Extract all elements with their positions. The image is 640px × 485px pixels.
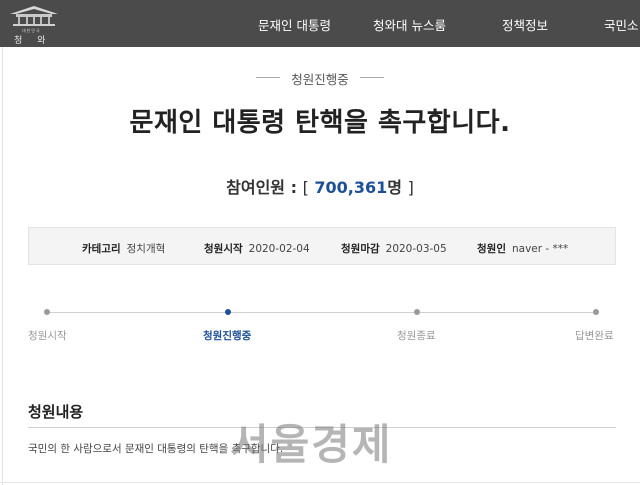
info-start-date: 청원시작 2020-02-04 <box>204 241 310 256</box>
petition-title: 문재인 대통령 탄핵을 촉구합니다. <box>129 108 511 138</box>
info-petitioner-key: 청원인 <box>477 243 506 255</box>
info-petitioner-value: naver - *** <box>511 243 569 255</box>
petition-content-heading: 청원내용 <box>28 403 84 421</box>
progress-step-start: 청원시작 <box>28 330 67 342</box>
petition-status: 청원진행중 <box>291 72 349 87</box>
info-petitioner: 청원인 naver - *** <box>477 241 568 256</box>
info-start-value: 2020-02-04 <box>248 243 310 255</box>
progress-step-ended: 청원종료 <box>397 330 436 342</box>
cheongwadae-logo[interactable]: 대한민국 청 와 대 <box>4 2 64 59</box>
info-start-key: 청원시작 <box>204 243 243 255</box>
info-end-key: 청원마감 <box>341 243 380 255</box>
progress-step-answered: 답변완료 <box>575 330 614 342</box>
nav-item-citizen[interactable]: 국민소 <box>604 15 639 34</box>
nav-item-president[interactable]: 문재인 대통령 <box>258 15 331 34</box>
open-bracket: [ <box>302 178 309 197</box>
news-watermark: 서울경제 <box>230 420 393 469</box>
participant-unit: 명 <box>387 178 403 197</box>
progress-dot-ended <box>414 309 420 315</box>
blue-house-roof-icon <box>10 6 58 26</box>
info-end-date: 청원마감 2020-03-05 <box>341 241 447 256</box>
close-bracket: ] <box>407 178 414 197</box>
nav-item-policy[interactable]: 정책정보 <box>502 15 548 34</box>
petition-info-box: 카테고리 정치개혁 청원시작 2020-02-04 청원마감 2020-03-05 청… <box>28 227 616 265</box>
info-category: 카테고리 정치개혁 <box>82 241 165 256</box>
info-end-value: 2020-03-05 <box>385 243 447 255</box>
nav-item-newsroom[interactable]: 청와대 뉴스룸 <box>373 15 446 34</box>
participant-count: 참여인원 : [ 700,361명 ] <box>0 174 640 198</box>
progress-dot-ongoing <box>225 309 231 315</box>
progress-dot-answered <box>593 309 599 315</box>
bottom-divider <box>0 482 640 483</box>
progress-step-ongoing: 청원진행중 <box>203 330 252 342</box>
participant-number: 700,361 <box>314 178 388 197</box>
progress-track <box>47 312 596 313</box>
participant-label: 참여인원 : <box>226 178 297 197</box>
progress-dot-start <box>44 309 50 315</box>
info-category-key: 카테고리 <box>82 243 121 255</box>
info-category-value: 정치개혁 <box>126 243 166 255</box>
top-navigation-bar: 대한민국 청 와 대 문재인 대통령 청와대 뉴스룸 정책정보 국민소 <box>0 0 640 59</box>
